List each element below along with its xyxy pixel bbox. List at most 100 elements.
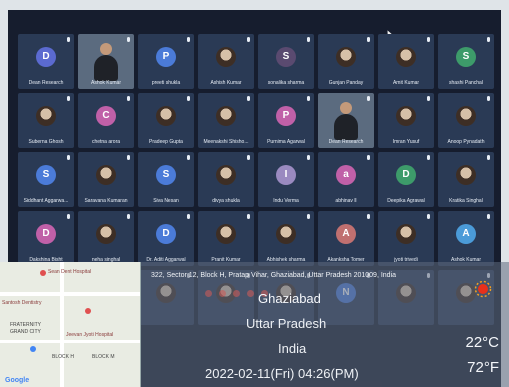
hospital-pin-icon — [40, 270, 46, 276]
map-road — [60, 262, 64, 387]
control-dot-icon[interactable] — [233, 290, 240, 297]
participant-name: Purnima Agarwal — [267, 139, 305, 145]
participant-name: Pradeep Gupta — [149, 139, 183, 145]
mic-muted-icon — [427, 214, 430, 219]
participant-name: Indu Verma — [273, 198, 299, 204]
mic-muted-icon — [367, 214, 370, 219]
map-label: Santosh Dentistry — [2, 300, 42, 306]
participant-avatar: S — [156, 165, 176, 185]
participant-photo — [396, 224, 416, 244]
participant-tile[interactable]: Kratika Singhal — [438, 152, 494, 207]
participant-name: divya shukla — [212, 198, 240, 204]
participant-tile[interactable]: Pradeep Gupta — [138, 93, 194, 148]
participant-tile[interactable]: Anoop Pynadath — [438, 93, 494, 148]
participant-tile[interactable]: A Ashok Kumar — [438, 211, 494, 266]
location-pin-icon — [85, 308, 91, 314]
mic-muted-icon — [367, 155, 370, 160]
participant-video — [94, 43, 118, 81]
participant-name: Siva Nesan — [153, 198, 179, 204]
control-dot-icon[interactable] — [247, 290, 254, 297]
mic-muted-icon — [187, 214, 190, 219]
participant-name: Siddhant Aggarwa... — [23, 198, 69, 204]
participant-tile[interactable]: Ppreeti shukla — [138, 34, 194, 89]
mic-muted-icon — [247, 96, 250, 101]
participant-avatar: D — [396, 165, 416, 185]
participant-tile[interactable]: D Deepika Agrawal — [378, 152, 434, 207]
mic-muted-icon — [487, 155, 490, 160]
participant-photo — [216, 165, 236, 185]
control-dot-icon[interactable] — [219, 290, 226, 297]
participant-tile[interactable]: I Indu Verma — [258, 152, 314, 207]
participant-tile[interactable]: Ashish Kumar — [198, 34, 254, 89]
participant-photo — [456, 106, 476, 126]
participant-tile[interactable]: Sshashi Panchal — [438, 34, 494, 89]
participant-avatar: C — [96, 106, 116, 126]
participant-photo — [396, 47, 416, 67]
participant-tile[interactable]: jyoti trivedi — [378, 211, 434, 266]
participant-avatar: D — [36, 224, 56, 244]
control-dot-icon[interactable] — [205, 290, 212, 297]
participant-name: Meenakshi Shisho... — [203, 139, 249, 145]
participant-tile[interactable]: Dean Research — [318, 93, 374, 148]
participant-avatar: S — [456, 47, 476, 67]
map-label: GRAND CITY — [10, 329, 41, 335]
mic-muted-icon — [187, 96, 190, 101]
participant-name: shashi Panchal — [449, 80, 483, 86]
mic-muted-icon — [67, 37, 70, 42]
mic-muted-icon — [67, 96, 70, 101]
mic-muted-icon — [427, 37, 430, 42]
participant-name: Saravana Kumaran — [84, 198, 128, 204]
participant-photo — [216, 47, 236, 67]
participant-tile[interactable]: neha singhal — [78, 211, 134, 266]
map-label: Jeevan Jyoti Hospital — [66, 332, 114, 338]
participant-tile[interactable]: Abhishek sharma — [258, 211, 314, 266]
participant-tile[interactable]: Meenakshi Shisho... — [198, 93, 254, 148]
participant-tile[interactable]: Ssonalika sharma — [258, 34, 314, 89]
mic-muted-icon — [307, 214, 310, 219]
participant-name: Kratika Singhal — [449, 198, 483, 204]
participant-photo — [96, 224, 116, 244]
participant-tile[interactable]: a abhinav ll — [318, 152, 374, 207]
participant-name: Ashish Kumar — [210, 80, 242, 86]
temperature-fahrenheit: 72°F — [467, 359, 499, 376]
participant-tile[interactable]: P Purnima Agarwal — [258, 93, 314, 148]
participant-tile[interactable]: Saravana Kumaran — [78, 152, 134, 207]
participant-tile[interactable]: S Siva Nesan — [138, 152, 194, 207]
mic-muted-icon — [187, 37, 190, 42]
participant-tile[interactable]: Pranit Kumar — [198, 211, 254, 266]
participant-tile[interactable]: D Dean Research — [18, 34, 74, 89]
map-label: FRATERNITY — [10, 322, 42, 328]
participant-tile[interactable]: Amit Kumar — [378, 34, 434, 89]
participant-tile[interactable]: Imran Yusuf — [378, 93, 434, 148]
participant-tile[interactable]: divya shukla — [198, 152, 254, 207]
participant-name: Dean Research — [28, 80, 64, 86]
participant-photo — [36, 106, 56, 126]
mic-muted-icon — [367, 37, 370, 42]
datetime-text: 2022-02-11(Fri) 04:26(PM) — [205, 366, 359, 381]
participant-tile[interactable]: Suberna Ghosh — [18, 93, 74, 148]
mic-muted-icon — [307, 96, 310, 101]
participant-name: Gunjan Panday — [328, 80, 364, 86]
google-logo: Google — [5, 377, 30, 384]
participant-tile[interactable]: Gunjan Panday — [318, 34, 374, 89]
participant-avatar: a — [336, 165, 356, 185]
mic-muted-icon — [67, 155, 70, 160]
participant-tile[interactable]: S Siddhant Aggarwa... — [18, 152, 74, 207]
participant-tile[interactable]: D Dr. Aditi Aggarwal — [138, 211, 194, 266]
map-road — [0, 340, 140, 343]
participant-tile[interactable]: A Akanksha Tomer — [318, 211, 374, 266]
sun-icon — [474, 280, 492, 298]
participant-avatar: D — [36, 47, 56, 67]
participant-photo — [216, 224, 236, 244]
participant-avatar: P — [156, 47, 176, 67]
participant-tile[interactable]: Cchetna arora — [78, 93, 134, 148]
participant-name: Suberna Ghosh — [28, 139, 64, 145]
mic-muted-icon — [307, 37, 310, 42]
participant-tile[interactable]: Ashok Kumar — [78, 34, 134, 89]
participant-name: Amit Kumar — [392, 80, 420, 86]
city-text: Ghaziabad — [258, 291, 321, 306]
participant-avatar: A — [456, 224, 476, 244]
participant-tile[interactable]: D Dakshina Bisht — [18, 211, 74, 266]
marker-icon — [30, 346, 36, 352]
participant-name: Ashok Kumar — [90, 80, 121, 86]
